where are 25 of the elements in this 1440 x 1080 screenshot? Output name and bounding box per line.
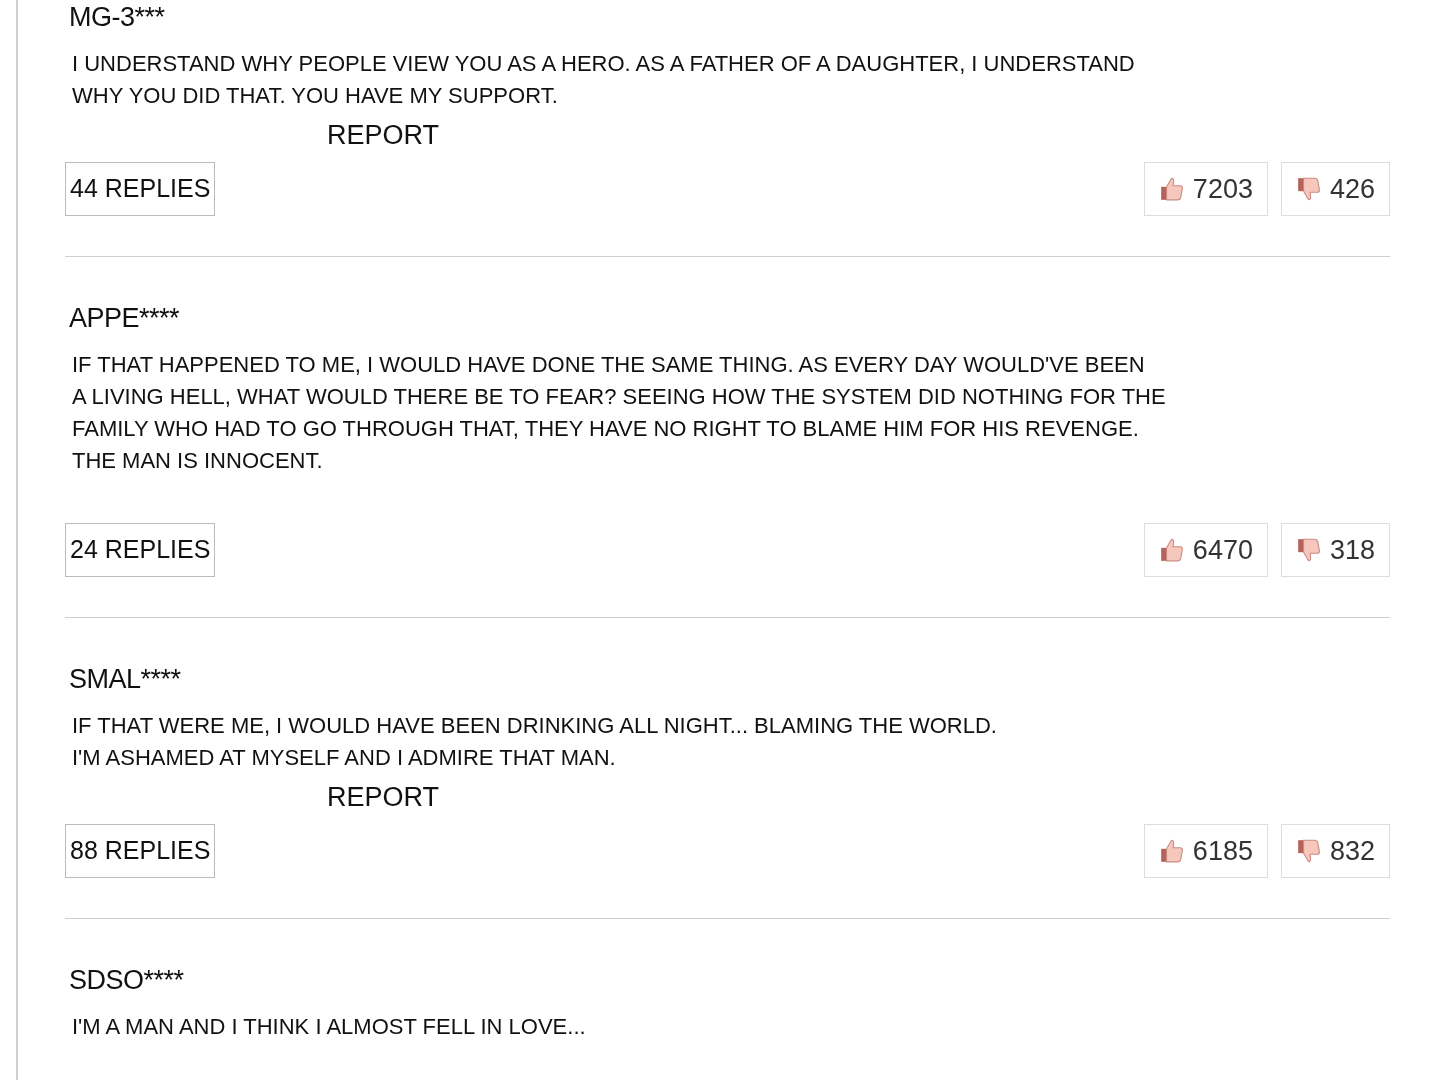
like-button[interactable]: 6470 bbox=[1143, 523, 1268, 577]
thumbs-down-icon bbox=[1295, 838, 1322, 864]
replies-button[interactable]: 88 REPLIES bbox=[65, 824, 216, 878]
username: MG-3*** bbox=[69, 1, 166, 34]
report-link[interactable]: REPORT bbox=[327, 780, 440, 814]
username: SDSO**** bbox=[69, 964, 185, 997]
replies-button[interactable]: 24 REPLIES bbox=[65, 523, 216, 577]
comment-text: I'M A MAN AND I THINK I ALMOST FELL IN LOVE... bbox=[72, 1013, 587, 1041]
thumbs-up-icon bbox=[1158, 838, 1185, 864]
username: APPE**** bbox=[69, 302, 181, 335]
dislike-button[interactable]: 318 bbox=[1280, 523, 1390, 577]
thumbs-down-icon bbox=[1295, 537, 1322, 563]
comment-text: IF THAT HAPPENED TO ME, I WOULD HAVE DONE THE SAME THING. AS EVERY DAY WOULD'VE BEEN A LIVING HELL, WHAT WOULD THERE BE TO FEAR? SEEING HOW THE SYSTEM DID NOTHING FOR THE FAMILY WHO HAD TO GO THROUGH THAT, THEY HAVE NO RIGHT TO BLAME HIM FOR HIS REVENGE. THE MAN IS INNOCENT. bbox=[72, 351, 1167, 475]
thumbs-up-icon bbox=[1158, 176, 1185, 202]
like-button[interactable]: 6185 bbox=[1143, 824, 1268, 878]
replies-button[interactable]: 44 REPLIES bbox=[65, 162, 216, 216]
comment-text: IF THAT WERE ME, I WOULD HAVE BEEN DRINKING ALL NIGHT... BLAMING THE WORLD. I'M ASHAMED AT MYSELF AND I ADMIRE THAT MAN. bbox=[72, 712, 998, 772]
report-link[interactable]: REPORT bbox=[327, 118, 440, 152]
like-button[interactable]: 7203 bbox=[1143, 162, 1268, 216]
thumbs-down-icon bbox=[1295, 176, 1322, 202]
dislike-button[interactable]: 832 bbox=[1280, 824, 1390, 878]
comment-text: I UNDERSTAND WHY PEOPLE VIEW YOU AS A HERO. AS A FATHER OF A DAUGHTER, I UNDERSTAND WHY YOU DID THAT. YOU HAVE MY SUPPORT. bbox=[72, 50, 1136, 110]
thumbs-up-icon bbox=[1158, 537, 1185, 563]
username: SMAL**** bbox=[69, 663, 182, 696]
dislike-button[interactable]: 426 bbox=[1280, 162, 1390, 216]
